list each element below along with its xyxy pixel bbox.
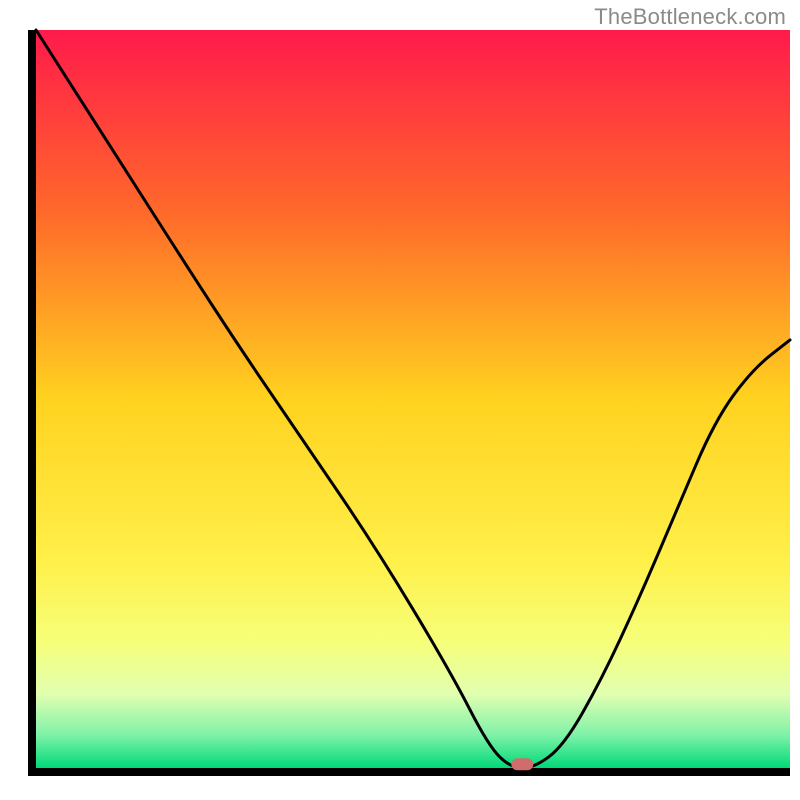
plot-background	[36, 30, 790, 768]
optimal-marker	[511, 758, 533, 770]
chart-frame: TheBottleneck.com	[0, 0, 800, 800]
x-axis	[28, 768, 790, 776]
watermark-label: TheBottleneck.com	[594, 4, 786, 30]
y-axis	[28, 30, 36, 776]
bottleneck-chart	[0, 0, 800, 800]
